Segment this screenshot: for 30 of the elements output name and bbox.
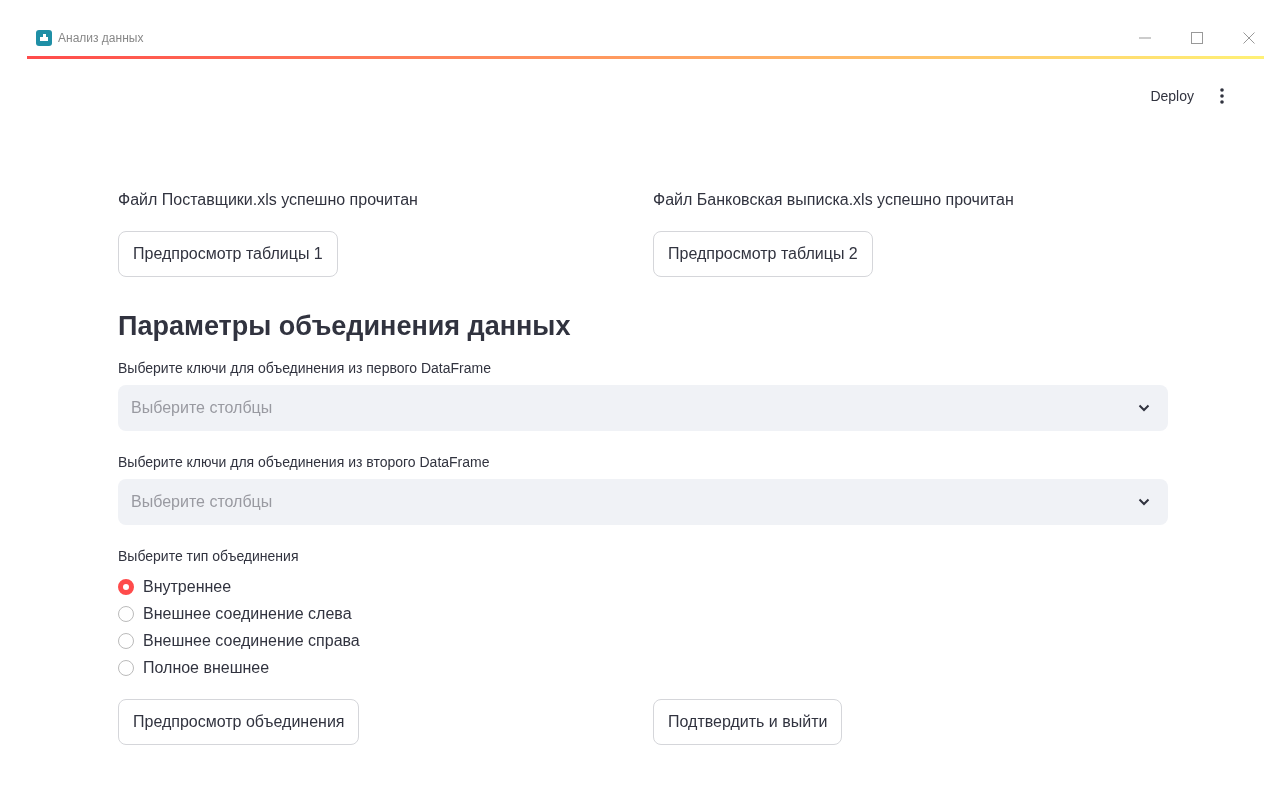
more-menu-icon[interactable] bbox=[1220, 88, 1224, 104]
radio-group-label: Выберите тип объединения bbox=[118, 548, 300, 564]
radio-button[interactable] bbox=[118, 579, 134, 595]
preview-table-button[interactable]: Предпросмотр таблицы 2 bbox=[653, 231, 873, 277]
radio-option[interactable]: Внешнее соединение справа bbox=[118, 632, 1168, 650]
radio-option[interactable]: Внутреннее bbox=[118, 578, 1168, 596]
file-status-text: Файл Банковская выписка.xls успешно прочитан bbox=[653, 191, 1015, 209]
confirm-exit-button[interactable]: Подтвердить и выйти bbox=[653, 699, 843, 745]
preview-merge-button[interactable]: Предпросмотр объединения bbox=[118, 699, 360, 745]
deploy-button[interactable]: Deploy bbox=[1150, 88, 1194, 104]
app-icon bbox=[36, 30, 52, 46]
radio-option[interactable]: Полное внешнее bbox=[118, 659, 1168, 677]
select-label: Выберите ключи для объединения из первого DataFrame bbox=[118, 360, 492, 376]
radio-label: Внешнее соединение слева bbox=[143, 605, 352, 623]
radio-button[interactable] bbox=[118, 633, 134, 649]
maximize-icon[interactable] bbox=[1190, 31, 1204, 45]
radio-option[interactable]: Внешнее соединение слева bbox=[118, 605, 1168, 623]
window-title: Анализ данных bbox=[58, 31, 144, 45]
section-heading: Параметры объединения данных bbox=[118, 311, 572, 342]
radio-button[interactable] bbox=[118, 660, 134, 676]
radio-button[interactable] bbox=[118, 606, 134, 622]
radio-label: Внешнее соединение справа bbox=[143, 632, 360, 650]
radio-label: Полное внешнее bbox=[143, 659, 270, 677]
preview-table-button[interactable]: Предпросмотр таблицы 1 bbox=[118, 231, 338, 277]
chevron-down-icon bbox=[1138, 498, 1150, 506]
chevron-down-icon bbox=[1138, 404, 1150, 412]
file-status-text: Файл Поставщики.xls успешно прочитан bbox=[118, 191, 419, 209]
radio-label: Внутреннее bbox=[143, 578, 232, 596]
select-label: Выберите ключи для объединения из второго DataFrame bbox=[118, 454, 491, 470]
close-icon[interactable] bbox=[1242, 31, 1256, 45]
